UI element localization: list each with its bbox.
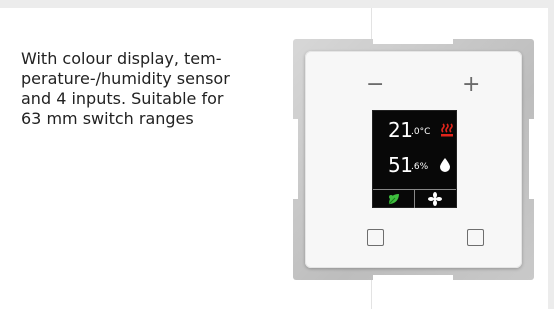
frame-notch-top (373, 39, 453, 44)
temperature-unit: .0°C (411, 127, 431, 137)
fan-icon (428, 192, 442, 206)
bar-divider (414, 190, 415, 208)
humidity-value: 51 (388, 153, 413, 177)
plus-label: + (462, 72, 481, 97)
product-description: With colour display, tem- perature-/humi… (21, 49, 230, 128)
temperature-value: 21 (388, 118, 413, 142)
minus-label: − (366, 72, 385, 97)
water-drop-icon (440, 158, 450, 172)
humidity-unit: .6% (411, 162, 429, 172)
frame-notch-left (293, 119, 298, 199)
input-button-right (467, 229, 484, 246)
colour-display: 21 .0°C 51 .6% (372, 110, 457, 208)
input-button-left (367, 229, 384, 246)
frame-notch-right (529, 119, 534, 199)
frame-notch-bottom (373, 275, 453, 280)
display-bottom-bar (373, 189, 456, 208)
heating-icon (441, 123, 453, 137)
leaf-icon (388, 194, 399, 205)
